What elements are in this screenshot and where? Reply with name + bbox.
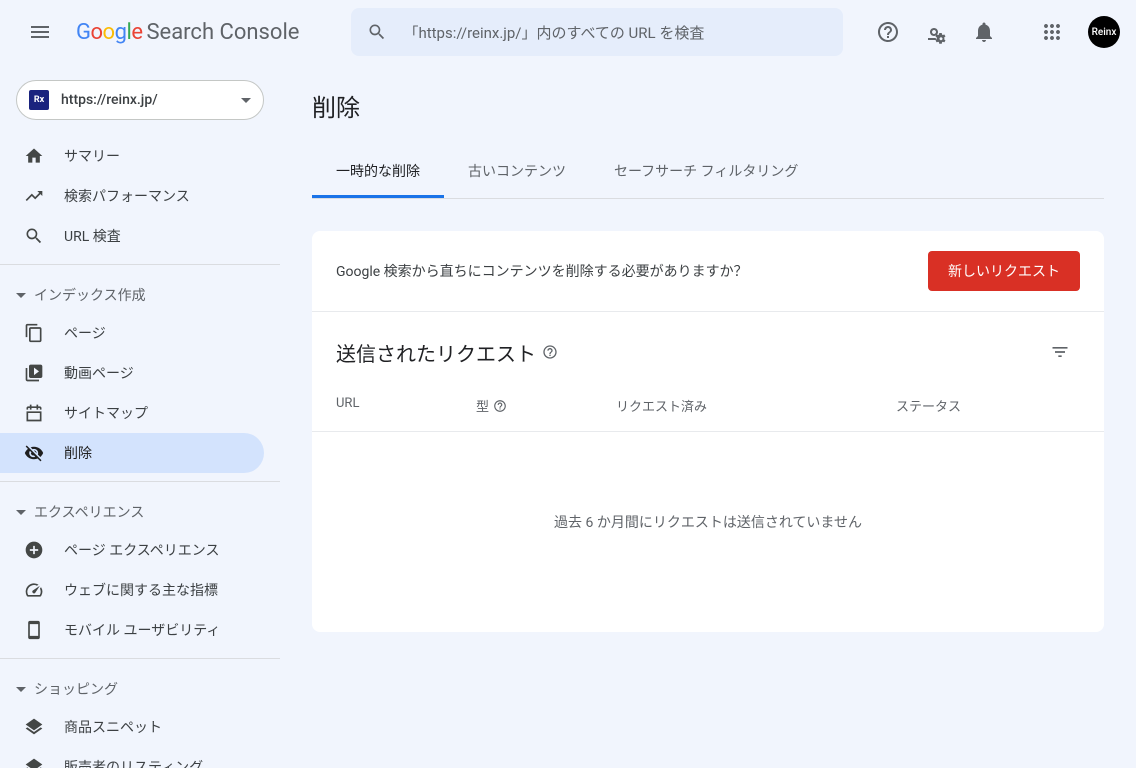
card-subheader: 送信されたリクエスト xyxy=(312,312,1104,380)
apps-grid-icon xyxy=(1040,20,1064,44)
col-status: ステータス xyxy=(896,396,1080,415)
col-type: 型 xyxy=(476,396,616,415)
help-icon xyxy=(876,20,900,44)
main-menu-button[interactable] xyxy=(16,8,64,56)
new-request-button[interactable]: 新しいリクエスト xyxy=(928,251,1080,291)
nav-label: ページ xyxy=(64,323,106,343)
table-header-row: URL 型 リクエスト済み ステータス xyxy=(312,380,1104,432)
nav-sitemaps[interactable]: サイトマップ xyxy=(0,393,264,433)
col-requested: リクエスト済み xyxy=(616,396,896,415)
section-label: ショッピング xyxy=(34,679,118,699)
nav-summary[interactable]: サマリー xyxy=(0,136,264,176)
nav-video-pages[interactable]: 動画ページ xyxy=(0,353,264,393)
chevron-down-icon xyxy=(241,98,251,103)
user-gear-icon xyxy=(924,20,948,44)
nav-removals[interactable]: 削除 xyxy=(0,433,264,473)
empty-state-message: 過去 6 か月間にリクエストは送信されていません xyxy=(312,432,1104,632)
tabs: 一時的な削除 古いコンテンツ セーフサーチ フィルタリング xyxy=(312,147,1104,199)
filter-button[interactable] xyxy=(1040,332,1080,372)
url-inspect-search[interactable]: 「https://reinx.jp/」内のすべての URL を検査 xyxy=(351,8,843,56)
account-avatar[interactable]: Reinx xyxy=(1088,16,1120,48)
nav-performance[interactable]: 検索パフォーマンス xyxy=(0,176,264,216)
visibility-off-icon xyxy=(24,443,44,463)
product-name: Search Console xyxy=(146,20,299,45)
nav-label: URL 検査 xyxy=(64,226,121,246)
search-icon xyxy=(367,22,387,42)
speed-icon xyxy=(24,580,44,600)
search-icon xyxy=(24,226,44,246)
nav-product-snippets[interactable]: 商品スニペット xyxy=(0,707,264,747)
tab-temporary-removals[interactable]: 一時的な削除 xyxy=(312,147,444,198)
nav-label: ページ エクスペリエンス xyxy=(64,540,220,560)
nav-section-indexing[interactable]: インデックス作成 xyxy=(0,277,280,313)
main-content: 削除 一時的な削除 古いコンテンツ セーフサーチ フィルタリング Google … xyxy=(280,64,1136,768)
layers-icon xyxy=(24,717,44,737)
nav-label: ウェブに関する主な指標 xyxy=(64,580,218,600)
nav-label: サイトマップ xyxy=(64,403,148,423)
section-label: エクスペリエンス xyxy=(34,502,144,522)
apps-button[interactable] xyxy=(1032,12,1072,52)
chevron-down-icon xyxy=(16,293,26,298)
home-icon xyxy=(24,146,44,166)
col-url: URL xyxy=(336,396,476,415)
nav-label: 商品スニペット xyxy=(64,717,162,737)
nav-merchant-listings[interactable]: 販売者のリスティング xyxy=(0,747,264,768)
card-header: Google 検索から直ちにコンテンツを削除する必要がありますか？ 新しいリクエ… xyxy=(312,231,1104,312)
nav-label: 削除 xyxy=(64,443,92,463)
search-container: 「https://reinx.jp/」内のすべての URL を検査 xyxy=(351,8,843,56)
nav-label: モバイル ユーザビリティ xyxy=(64,620,220,640)
filter-list-icon xyxy=(1050,342,1070,362)
header-actions: Reinx xyxy=(868,12,1120,52)
nav-label: サマリー xyxy=(64,146,120,166)
nav-label: 検索パフォーマンス xyxy=(64,186,190,206)
nav-label: 販売者のリスティング xyxy=(64,757,203,768)
sitemap-icon xyxy=(24,403,44,423)
help-button[interactable] xyxy=(868,12,908,52)
nav-mobile-usability[interactable]: モバイル ユーザビリティ xyxy=(0,610,264,650)
help-icon[interactable] xyxy=(493,399,507,413)
sidebar: Rx https://reinx.jp/ サマリー 検索パフォーマンス URL … xyxy=(0,64,280,768)
google-logo: Google xyxy=(76,20,142,45)
app-header: Google Search Console 「https://reinx.jp/… xyxy=(0,0,1136,64)
trending-icon xyxy=(24,186,44,206)
hamburger-icon xyxy=(28,20,52,44)
chevron-down-icon xyxy=(16,510,26,515)
user-settings-button[interactable] xyxy=(916,12,956,52)
nav-page-experience[interactable]: ページ エクスペリエンス xyxy=(0,530,264,570)
tab-safesearch-filtering[interactable]: セーフサーチ フィルタリング xyxy=(590,147,822,198)
search-placeholder: 「https://reinx.jp/」内のすべての URL を検査 xyxy=(403,22,704,43)
video-icon xyxy=(24,363,44,383)
property-favicon: Rx xyxy=(29,90,49,110)
copy-icon xyxy=(24,323,44,343)
bell-icon xyxy=(972,20,996,44)
nav-core-web-vitals[interactable]: ウェブに関する主な指標 xyxy=(0,570,264,610)
circle-plus-icon xyxy=(24,540,44,560)
tab-outdated-content[interactable]: 古いコンテンツ xyxy=(444,147,590,198)
section-label: インデックス作成 xyxy=(34,285,146,305)
nav-section-shopping[interactable]: ショッピング xyxy=(0,671,280,707)
smartphone-icon xyxy=(24,620,44,640)
nav-section-experience[interactable]: エクスペリエンス xyxy=(0,494,280,530)
page-title: 削除 xyxy=(312,88,1104,123)
removals-card: Google 検索から直ちにコンテンツを削除する必要がありますか？ 新しいリクエ… xyxy=(312,231,1104,632)
property-selector[interactable]: Rx https://reinx.jp/ xyxy=(16,80,264,120)
card-subtitle: 送信されたリクエスト xyxy=(336,338,558,367)
product-logo[interactable]: Google Search Console xyxy=(76,20,299,45)
nav-url-inspection[interactable]: URL 検査 xyxy=(0,216,264,256)
nav-pages[interactable]: ページ xyxy=(0,313,264,353)
notifications-button[interactable] xyxy=(964,12,1004,52)
chevron-down-icon xyxy=(16,687,26,692)
help-icon[interactable] xyxy=(542,344,558,360)
nav-label: 動画ページ xyxy=(64,363,134,383)
property-url: https://reinx.jp/ xyxy=(61,92,229,108)
prompt-text: Google 検索から直ちにコンテンツを削除する必要がありますか？ xyxy=(336,261,748,281)
layers-icon xyxy=(24,757,44,768)
